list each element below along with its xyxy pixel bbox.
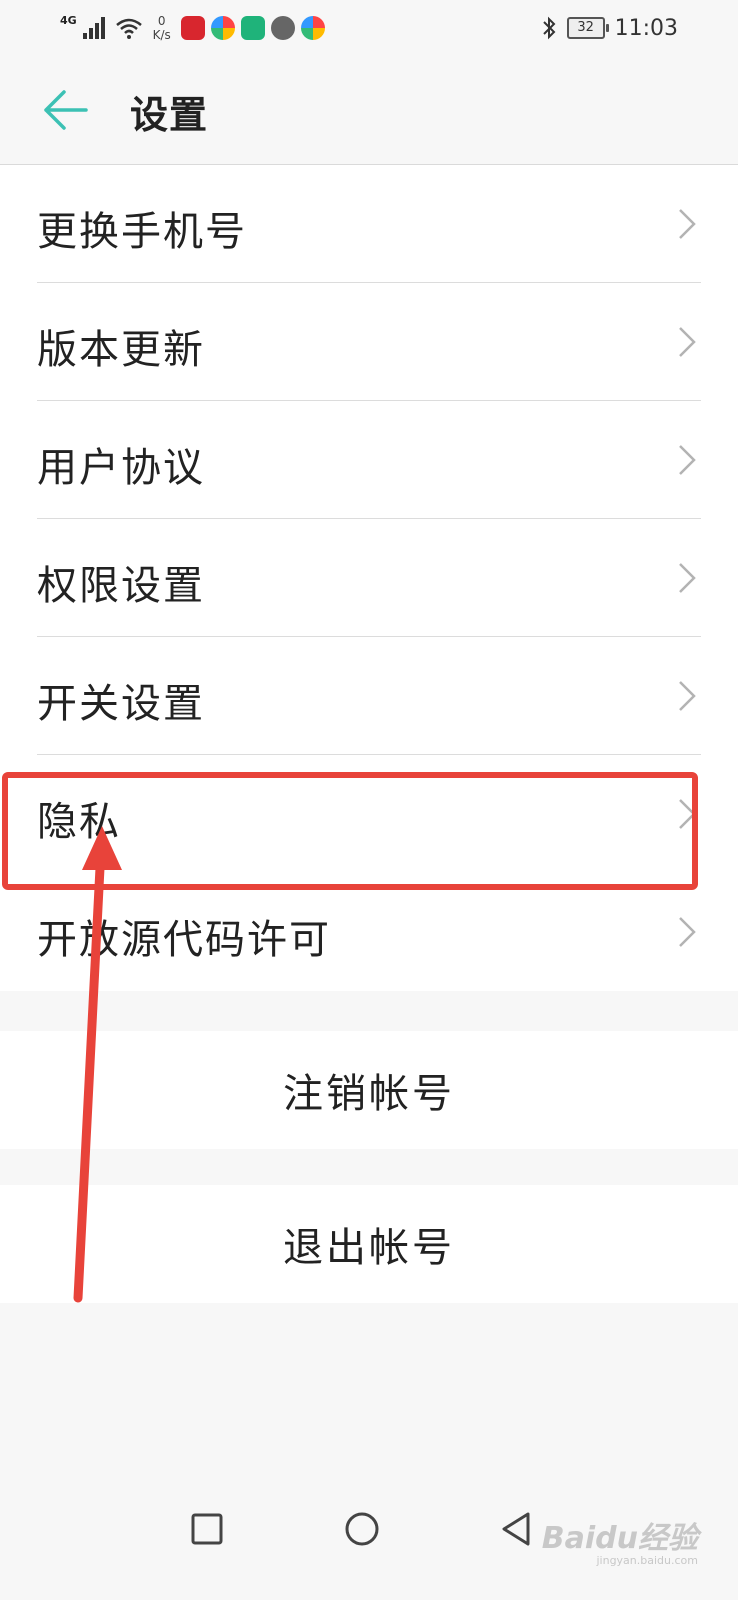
back-arrow-icon[interactable] bbox=[40, 86, 90, 134]
setting-label: 更换手机号 bbox=[37, 209, 247, 255]
browser-app-icon bbox=[210, 16, 235, 40]
news-app-icon bbox=[180, 16, 205, 40]
clock: 11:03 bbox=[614, 15, 678, 41]
chat-app-icon bbox=[240, 16, 265, 40]
back-nav-icon[interactable] bbox=[498, 1510, 534, 1548]
setting-label: 隐私 bbox=[37, 799, 121, 845]
setting-label: 开关设置 bbox=[37, 681, 205, 727]
chevron-right-icon bbox=[679, 917, 696, 947]
browser-app-icon-2 bbox=[300, 16, 325, 40]
chevron-right-icon bbox=[679, 799, 696, 829]
status-right-group: 32 11:03 bbox=[541, 10, 678, 46]
watermark-sub: jingyan.baidu.com bbox=[596, 1554, 698, 1567]
setting-label: 开放源代码许可 bbox=[37, 917, 331, 963]
battery-icon: 32 bbox=[566, 17, 609, 39]
chevron-right-icon bbox=[679, 327, 696, 357]
watermark-text: Baidu经验 bbox=[541, 1521, 698, 1556]
setting-privacy[interactable]: 隐私 bbox=[0, 755, 738, 873]
bluetooth-icon bbox=[542, 16, 556, 40]
setting-user-agreement[interactable]: 用户协议 bbox=[0, 401, 738, 519]
network-speed: 0 K/s bbox=[149, 14, 175, 42]
setting-version-update[interactable]: 版本更新 bbox=[0, 283, 738, 401]
network-type: 4G bbox=[60, 13, 77, 27]
setting-switches[interactable]: 开关设置 bbox=[0, 637, 738, 755]
setting-change-phone[interactable]: 更换手机号 bbox=[0, 165, 738, 283]
status-bar: 4G 0 K/s 32 11:03 bbox=[0, 0, 738, 56]
logout-button[interactable]: 退出帐号 bbox=[0, 1185, 738, 1303]
page-title: 设置 bbox=[130, 93, 209, 137]
setting-open-source-licenses[interactable]: 开放源代码许可 bbox=[0, 873, 738, 991]
recent-apps-icon[interactable] bbox=[190, 1512, 224, 1546]
signal-icon bbox=[82, 17, 105, 39]
wifi-icon bbox=[115, 18, 142, 39]
chevron-right-icon bbox=[679, 209, 696, 239]
chevron-right-icon bbox=[679, 681, 696, 711]
chevron-right-icon bbox=[679, 445, 696, 475]
chevron-right-icon bbox=[679, 563, 696, 593]
home-icon[interactable] bbox=[343, 1510, 381, 1548]
speed-value: 0 bbox=[157, 14, 166, 28]
speed-unit: K/s bbox=[152, 28, 171, 42]
gray-app-icon bbox=[270, 16, 295, 40]
status-left-group: 4G 0 K/s bbox=[60, 10, 325, 46]
setting-label: 用户协议 bbox=[37, 445, 205, 491]
setting-label: 版本更新 bbox=[37, 327, 205, 373]
baidu-watermark: Baidu经验 jingyan.baidu.com bbox=[542, 1524, 698, 1568]
setting-label: 权限设置 bbox=[37, 563, 205, 609]
settings-list: 更换手机号 版本更新 用户协议 权限设置 开关设置 隐私 开放源代码许可 bbox=[0, 165, 738, 991]
app-bar: 设置 bbox=[0, 56, 738, 165]
setting-permissions[interactable]: 权限设置 bbox=[0, 519, 738, 637]
cancel-account-button[interactable]: 注销帐号 bbox=[0, 1031, 738, 1149]
